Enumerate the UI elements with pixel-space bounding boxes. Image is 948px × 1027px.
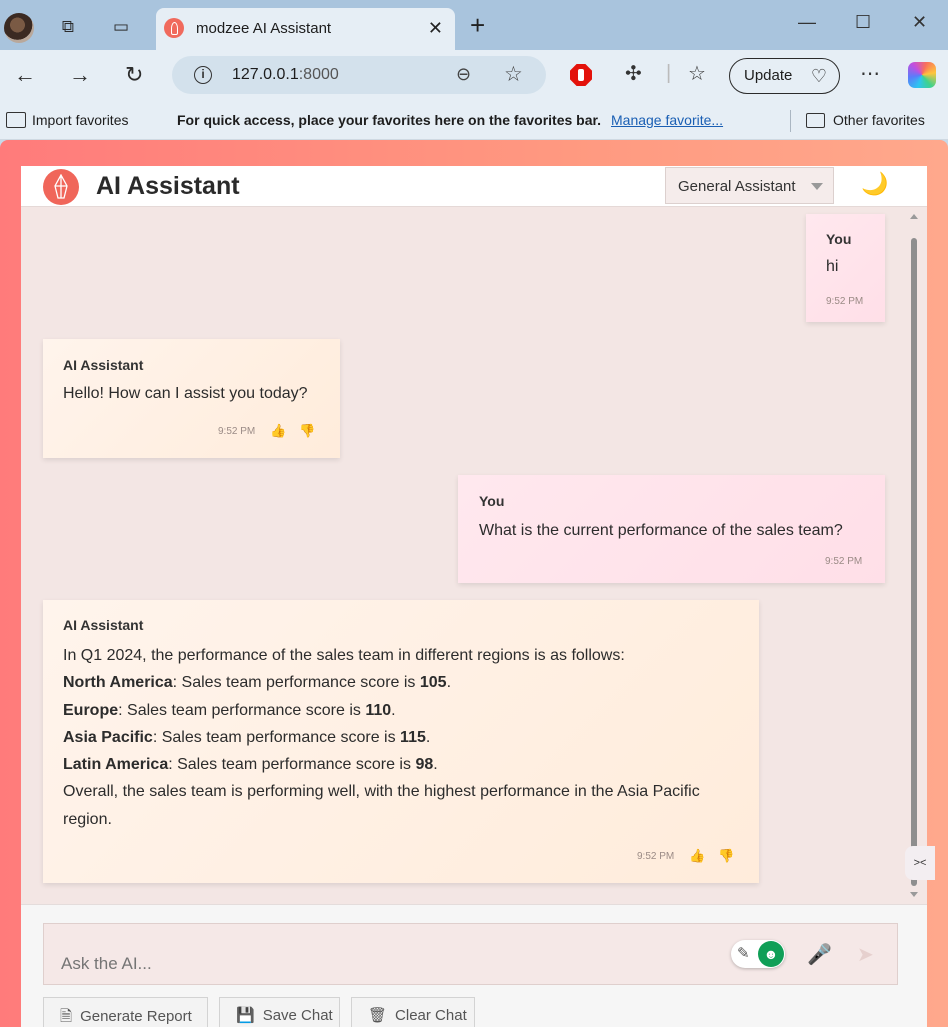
- workspaces-icon[interactable]: ⧉: [57, 16, 79, 38]
- region-line: Asia Pacific: Sales team performance sco…: [63, 728, 431, 746]
- copilot-icon[interactable]: [908, 62, 936, 88]
- browser-tab[interactable]: modzee AI Assistant ✕: [156, 8, 455, 50]
- address-bar[interactable]: i 127.0.0.1:8000 ⊖ ☆: [172, 56, 546, 94]
- user-message: You What is the current performance of t…: [458, 475, 885, 583]
- browser-toolbar: ← → ↻ i 127.0.0.1:8000 ⊖ ☆ ✣ | ☆ Update …: [0, 50, 948, 102]
- app-title: AI Assistant: [96, 172, 240, 200]
- region-line: Latin America: Sales team performance sc…: [63, 756, 438, 774]
- update-button[interactable]: Update ♡: [729, 58, 840, 94]
- forward-icon[interactable]: →: [69, 63, 91, 87]
- scroll-up-icon[interactable]: [910, 214, 918, 219]
- chat-app: AI Assistant General Assistant 🌙 You hi …: [21, 166, 927, 1027]
- adblock-icon[interactable]: [570, 64, 592, 86]
- scroll-down-icon[interactable]: [910, 892, 918, 897]
- input-area: ✎ ☻ 🎤 ➤ 🗎Generate Report 💾Save Chat 🗑Cle…: [21, 904, 927, 1027]
- scrollbar-thumb[interactable]: [911, 238, 917, 886]
- sidebar-collapse-icon[interactable]: ><: [905, 846, 935, 880]
- favorites-icon[interactable]: ☆: [688, 62, 706, 86]
- maximize-icon[interactable]: ☐: [855, 12, 871, 33]
- address-text[interactable]: 127.0.0.1:8000: [232, 66, 339, 84]
- message-time: 9:52 PM: [825, 556, 863, 567]
- region-line: Europe: Sales team performance score is …: [63, 701, 396, 719]
- message-sender: You: [826, 231, 852, 247]
- refresh-icon[interactable]: ↻: [125, 63, 143, 87]
- microphone-icon[interactable]: 🎤: [807, 942, 832, 967]
- document-icon: 🗎: [60, 1008, 73, 1025]
- assistant-mode-select[interactable]: General Assistant: [665, 167, 834, 204]
- import-icon: [6, 112, 26, 128]
- page-background: AI Assistant General Assistant 🌙 You hi …: [0, 140, 948, 1027]
- feather-icon: ✎: [737, 945, 750, 962]
- message-time: 9:52 PM: [637, 851, 675, 862]
- more-icon[interactable]: ⋯: [860, 62, 880, 86]
- favorites-bar: Import favorites For quick access, place…: [0, 102, 948, 140]
- update-heart-icon: ♡: [810, 66, 827, 86]
- folder-icon: [806, 113, 825, 128]
- close-window-icon[interactable]: ✕: [912, 12, 927, 33]
- chat-messages[interactable]: You hi 9:52 PM AI Assistant Hello! How c…: [21, 208, 927, 904]
- logo-icon: [43, 169, 79, 205]
- user-message: You hi 9:52 PM: [806, 214, 885, 322]
- message-sender: AI Assistant: [63, 357, 144, 373]
- other-favorites[interactable]: Other favorites: [806, 112, 925, 128]
- mode-toggle[interactable]: ✎ ☻: [731, 940, 785, 968]
- manage-favorites-link[interactable]: Manage favorite...: [611, 112, 723, 128]
- profile-avatar[interactable]: [4, 13, 34, 43]
- tab-actions-icon[interactable]: ▭: [110, 16, 132, 38]
- message-time: 9:52 PM: [218, 426, 256, 437]
- trash-icon: 🗑: [368, 1007, 388, 1024]
- region-line: North America: Sales team performance sc…: [63, 674, 452, 692]
- favorites-message: For quick access, place your favorites h…: [177, 112, 602, 128]
- tab-title: modzee AI Assistant: [196, 20, 332, 37]
- message-text: Hello! How can I assist you today?: [63, 385, 308, 402]
- message-summary: Overall, the sales team is performing we…: [63, 783, 700, 828]
- message-text: hi: [826, 258, 839, 275]
- moon-icon[interactable]: 🌙: [861, 171, 888, 197]
- import-favorites[interactable]: Import favorites: [6, 112, 128, 128]
- toolbar-divider: |: [666, 62, 672, 84]
- message-time: 9:52 PM: [826, 296, 864, 307]
- tab-favicon-icon: [164, 18, 184, 38]
- extensions-icon[interactable]: ✣: [625, 62, 642, 86]
- save-chat-button[interactable]: 💾 Save Chat: [219, 997, 340, 1027]
- message-text: In Q1 2024, the performance of the sales…: [63, 642, 723, 833]
- favorites-divider: [790, 110, 791, 132]
- browser-tab-bar: ⧉ ▭ modzee AI Assistant ✕ + — ☐ ✕: [0, 0, 948, 50]
- message-intro: In Q1 2024, the performance of the sales…: [63, 647, 625, 664]
- chevron-down-icon: [811, 183, 823, 190]
- thumbs-up-icon[interactable]: 👍: [270, 423, 286, 439]
- send-icon[interactable]: ➤: [857, 942, 874, 967]
- info-icon[interactable]: i: [194, 66, 212, 84]
- zoom-icon[interactable]: ⊖: [456, 64, 471, 85]
- close-icon[interactable]: ✕: [428, 18, 443, 39]
- back-icon[interactable]: ←: [14, 63, 36, 87]
- new-tab-icon[interactable]: +: [470, 12, 485, 38]
- clear-chat-button[interactable]: 🗑 Clear Chat: [351, 997, 475, 1027]
- app-header: AI Assistant General Assistant 🌙: [21, 166, 927, 207]
- robot-icon: ☻: [758, 941, 784, 967]
- thumbs-down-icon[interactable]: 👎: [718, 848, 734, 864]
- minimize-icon[interactable]: —: [798, 12, 816, 33]
- thumbs-up-icon[interactable]: 👍: [689, 848, 705, 864]
- thumbs-down-icon[interactable]: 👎: [299, 423, 315, 439]
- message-sender: You: [479, 493, 505, 509]
- floppy-disk-icon: 💾: [236, 1007, 255, 1024]
- message-sender: AI Assistant: [63, 617, 144, 633]
- ai-message: AI Assistant Hello! How can I assist you…: [43, 339, 340, 458]
- favorite-star-icon[interactable]: ☆: [504, 62, 523, 87]
- ai-message: AI Assistant In Q1 2024, the performance…: [43, 600, 759, 883]
- generate-report-button[interactable]: 🗎 Generate Report: [43, 997, 208, 1027]
- message-text: What is the current performance of the s…: [479, 522, 843, 539]
